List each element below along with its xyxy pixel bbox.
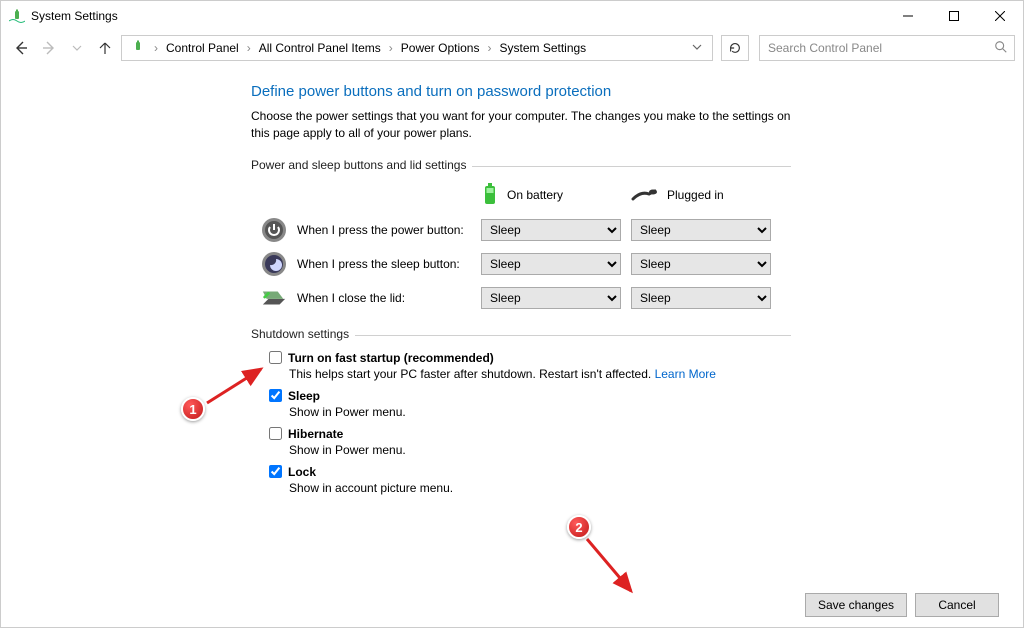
annotation-callout-1: 1 [181,397,205,421]
forward-button[interactable] [37,36,61,60]
page-title: Define power buttons and turn on passwor… [251,83,791,100]
row-power-button: When I press the power button: [261,217,471,243]
shutdown-settings-group: Shutdown settings [251,327,791,341]
lid-battery-select[interactable]: Do nothingSleepHibernateShut down [481,287,621,309]
annotation-callout-2: 2 [567,515,591,539]
content-area: Define power buttons and turn on passwor… [1,65,1023,627]
power-buttons-grid: On battery Plugged in When I press the p… [261,182,791,311]
power-buttons-group: Power and sleep buttons and lid settings [251,158,791,172]
power-options-icon [130,39,146,58]
battery-icon [481,182,499,209]
breadcrumb-item[interactable]: Control Panel [162,39,243,57]
item-title: Hibernate [288,427,343,441]
search-box[interactable] [759,35,1015,61]
chevron-right-icon[interactable]: › [152,41,160,55]
item-title: Turn on fast startup (recommended) [288,351,494,365]
sleep-button-battery-select[interactable]: Do nothingSleepHibernateShut down [481,253,621,275]
back-button[interactable] [9,36,33,60]
address-dropdown-button[interactable] [686,41,708,55]
item-desc: Show in Power menu. [289,443,791,457]
row-label-text: When I press the sleep button: [297,257,460,271]
column-label: Plugged in [667,188,724,202]
save-changes-button[interactable]: Save changes [805,593,907,617]
cancel-button[interactable]: Cancel [915,593,999,617]
refresh-button[interactable] [721,35,749,61]
footer-buttons: Save changes Cancel [805,593,999,617]
row-label-text: When I press the power button: [297,223,464,237]
plug-icon [631,185,659,206]
row-label-text: When I close the lid: [297,291,405,305]
fast-startup-checkbox[interactable] [269,351,282,364]
item-desc: Show in account picture menu. [289,481,791,495]
lid-plugged-select[interactable]: Do nothingSleepHibernateShut down [631,287,771,309]
chevron-right-icon: › [245,41,253,55]
shutdown-settings-list: Turn on fast startup (recommended) This … [269,351,791,495]
window-title: System Settings [31,9,118,23]
item-title: Sleep [288,389,320,403]
power-button-plugged-select[interactable]: Do nothingSleepHibernateShut down [631,219,771,241]
power-options-icon [9,8,25,24]
shutdown-item-fast-startup: Turn on fast startup (recommended) This … [269,351,791,381]
navbar: › Control Panel › All Control Panel Item… [1,31,1023,65]
sleep-button-icon [261,251,287,277]
power-button-icon [261,217,287,243]
sleep-checkbox[interactable] [269,389,282,402]
row-close-lid: When I close the lid: [261,285,471,311]
breadcrumb-item[interactable]: Power Options [397,39,484,57]
breadcrumb-item[interactable]: All Control Panel Items [255,39,385,57]
maximize-button[interactable] [931,1,977,31]
close-button[interactable] [977,1,1023,31]
recent-locations-button[interactable] [65,36,89,60]
item-desc: Show in Power menu. [289,405,791,419]
power-button-battery-select[interactable]: Do nothingSleepHibernateShut down [481,219,621,241]
column-header-battery: On battery [481,182,621,209]
lock-checkbox[interactable] [269,465,282,478]
item-desc: This helps start your PC faster after sh… [289,367,651,381]
row-sleep-button: When I press the sleep button: [261,251,471,277]
search-icon[interactable] [994,40,1008,57]
breadcrumb-item[interactable]: System Settings [495,39,590,57]
minimize-button[interactable] [885,1,931,31]
up-button[interactable] [93,36,117,60]
item-title: Lock [288,465,316,479]
search-input[interactable] [766,40,994,56]
shutdown-item-lock: Lock Show in account picture menu. [269,465,791,495]
breadcrumb[interactable]: › Control Panel › All Control Panel Item… [121,35,713,61]
column-label: On battery [507,188,563,202]
hibernate-checkbox[interactable] [269,427,282,440]
chevron-right-icon: › [387,41,395,55]
shutdown-item-sleep: Sleep Show in Power menu. [269,389,791,419]
column-header-plugged: Plugged in [631,185,771,206]
group-legend: Power and sleep buttons and lid settings [251,158,472,172]
shutdown-item-hibernate: Hibernate Show in Power menu. [269,427,791,457]
group-legend: Shutdown settings [251,327,355,341]
page-intro: Choose the power settings that you want … [251,108,791,142]
learn-more-link[interactable]: Learn More [655,367,716,381]
titlebar: System Settings [1,1,1023,31]
sleep-button-plugged-select[interactable]: Do nothingSleepHibernateShut down [631,253,771,275]
chevron-right-icon: › [485,41,493,55]
lid-icon [261,285,287,311]
